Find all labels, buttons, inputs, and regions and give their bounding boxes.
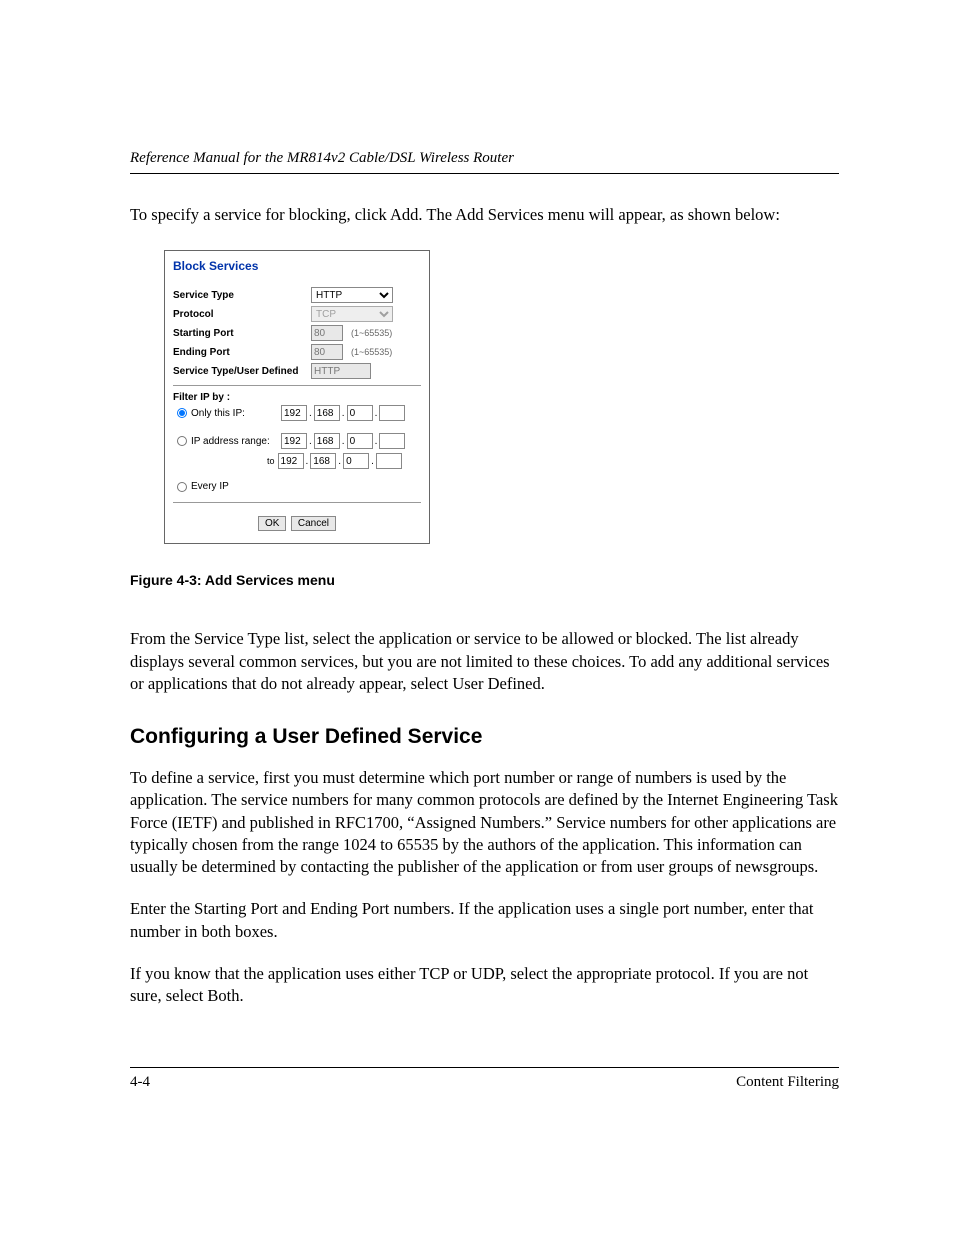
range-ending-port: (1~65535) bbox=[351, 347, 392, 357]
paragraph-3: Enter the Starting Port and Ending Port … bbox=[130, 898, 839, 943]
radio-every-ip[interactable] bbox=[177, 482, 187, 492]
label-starting-port: Starting Port bbox=[173, 328, 311, 339]
ip-to-4[interactable] bbox=[376, 453, 402, 469]
select-service-type[interactable]: HTTP bbox=[311, 287, 393, 303]
ip-to-2[interactable] bbox=[310, 453, 336, 469]
figure-caption: Figure 4-3: Add Services menu bbox=[130, 572, 839, 588]
label-to: to bbox=[267, 456, 275, 466]
ip-only-4[interactable] bbox=[379, 405, 405, 421]
label-protocol: Protocol bbox=[173, 309, 311, 320]
label-user-defined: Service Type/User Defined bbox=[173, 366, 311, 377]
filter-heading: Filter IP by : bbox=[173, 392, 421, 403]
ip-to-3[interactable] bbox=[343, 453, 369, 469]
input-starting-port[interactable] bbox=[311, 325, 343, 341]
divider bbox=[173, 385, 421, 386]
label-only-this-ip: Only this IP: bbox=[191, 408, 281, 419]
paragraph-4: If you know that the application uses ei… bbox=[130, 963, 839, 1008]
ip-only-3[interactable] bbox=[347, 405, 373, 421]
divider-2 bbox=[173, 502, 421, 503]
footer-section: Content Filtering bbox=[736, 1074, 839, 1091]
screenshot-title: Block Services bbox=[173, 259, 421, 273]
ip-from-1[interactable] bbox=[281, 433, 307, 449]
input-ending-port[interactable] bbox=[311, 344, 343, 360]
ip-only-1[interactable] bbox=[281, 405, 307, 421]
ip-to-1[interactable] bbox=[278, 453, 304, 469]
ip-from-2[interactable] bbox=[314, 433, 340, 449]
paragraph-1: From the Service Type list, select the a… bbox=[130, 628, 839, 695]
page-header: Reference Manual for the MR814v2 Cable/D… bbox=[130, 150, 839, 174]
ip-from-3[interactable] bbox=[347, 433, 373, 449]
intro-paragraph: To specify a service for blocking, click… bbox=[130, 204, 839, 226]
input-user-defined[interactable] bbox=[311, 363, 371, 379]
label-ending-port: Ending Port bbox=[173, 347, 311, 358]
label-service-type: Service Type bbox=[173, 290, 311, 301]
section-heading: Configuring a User Defined Service bbox=[130, 725, 839, 749]
radio-only-this-ip[interactable] bbox=[177, 408, 187, 418]
ip-from-4[interactable] bbox=[379, 433, 405, 449]
ip-only-2[interactable] bbox=[314, 405, 340, 421]
range-starting-port: (1~65535) bbox=[351, 328, 392, 338]
select-protocol[interactable]: TCP bbox=[311, 306, 393, 322]
paragraph-2: To define a service, first you must dete… bbox=[130, 767, 839, 878]
ok-button[interactable]: OK bbox=[258, 516, 286, 531]
cancel-button[interactable]: Cancel bbox=[291, 516, 336, 531]
label-every-ip: Every IP bbox=[191, 481, 281, 492]
label-ip-range: IP address range: bbox=[191, 436, 281, 447]
screenshot-block-services: Block Services Service Type HTTP Protoco… bbox=[164, 250, 430, 544]
radio-ip-range[interactable] bbox=[177, 436, 187, 446]
footer-page-number: 4-4 bbox=[130, 1074, 150, 1091]
